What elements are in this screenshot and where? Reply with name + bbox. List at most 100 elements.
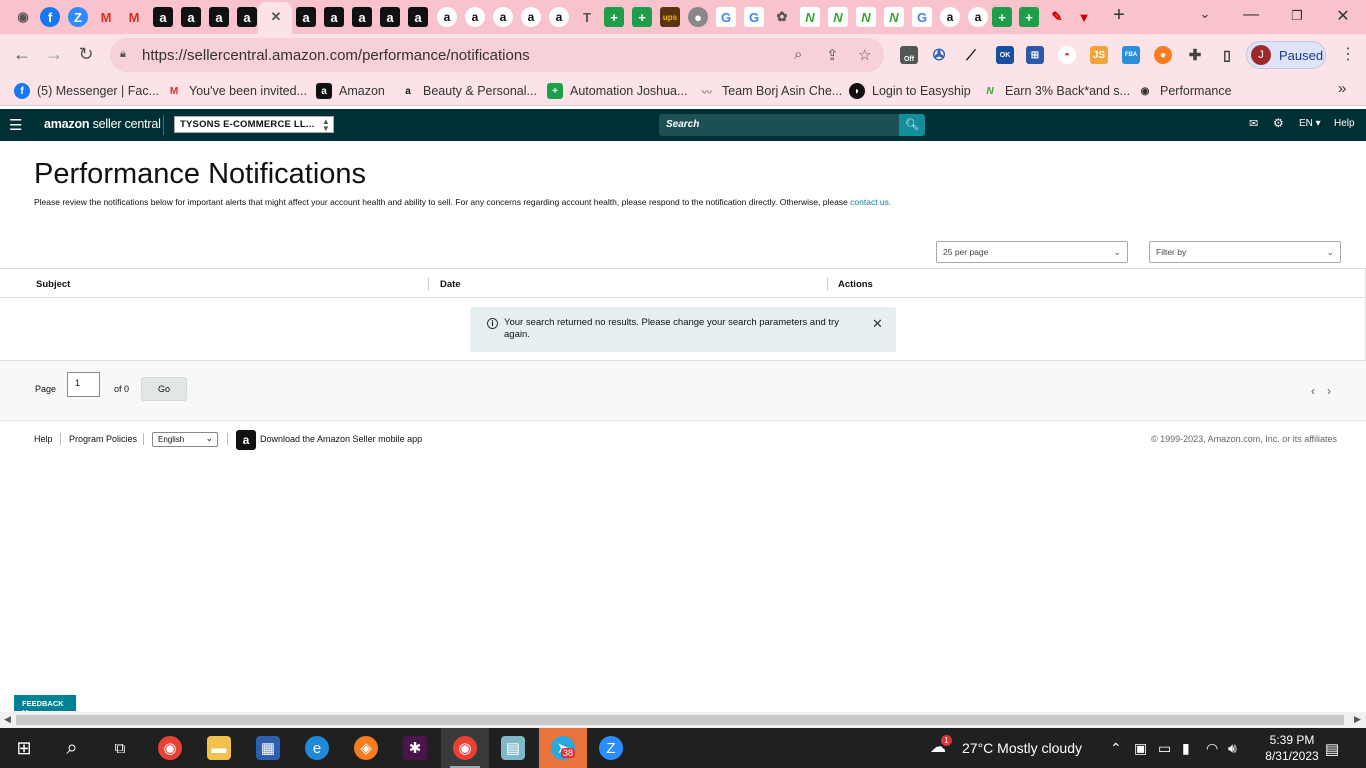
display-icon[interactable]: ▭ <box>1158 740 1171 757</box>
help-link[interactable]: Help <box>1334 118 1355 129</box>
bookmark-item[interactable]: 〰 Team Borj Asin Che... <box>699 83 842 99</box>
scroll-left-icon[interactable]: ◀ <box>4 714 11 725</box>
extension-wheel-icon[interactable]: ✇ <box>930 46 948 64</box>
close-tab-icon[interactable]: ✕ <box>266 7 286 27</box>
script-icon[interactable]: T <box>577 7 597 27</box>
search-icon[interactable]: ⌕ <box>60 736 84 760</box>
language-selector[interactable]: EN ▾ <box>1299 118 1321 129</box>
forward-button[interactable]: → <box>42 44 66 65</box>
bookmark-star-icon[interactable]: ☆ <box>858 46 871 64</box>
amazon-smile-icon[interactable]: a <box>465 7 485 27</box>
notepad-icon[interactable]: ▤ <box>501 736 525 760</box>
browser-menu-icon[interactable]: ⋮ <box>1336 44 1360 64</box>
next-page-icon[interactable]: › <box>1327 384 1331 398</box>
column-date[interactable]: Date <box>440 279 461 290</box>
back-button[interactable]: ← <box>10 44 34 65</box>
side-panel-icon[interactable]: ▯ <box>1218 46 1236 64</box>
hamburger-menu-icon[interactable]: ☰ <box>9 116 22 134</box>
url-text[interactable]: https://sellercentral.amazon.com/perform… <box>142 47 530 64</box>
chrome-icon[interactable]: ◉ <box>158 736 182 760</box>
amazon-app-icon[interactable]: a <box>236 430 256 450</box>
new-tab-button[interactable]: + <box>1104 4 1134 27</box>
account-switcher[interactable]: TYSONS E-COMMERCE LL... ▲ ▼ <box>174 116 334 133</box>
amazon-smile-icon[interactable]: a <box>549 7 569 27</box>
profile-button[interactable]: J Paused <box>1246 41 1326 69</box>
amazon-smile-icon[interactable]: a <box>968 7 988 27</box>
mail-icon[interactable]: ✉ <box>1249 117 1258 130</box>
bookmark-item[interactable]: M You've been invited... <box>166 83 307 99</box>
weather-widget[interactable]: 27°C Mostly cloudy <box>962 740 1082 756</box>
facebook-icon[interactable]: f <box>40 7 60 27</box>
settings-gear-icon[interactable]: ⚙ <box>1273 116 1284 130</box>
search-input[interactable]: Search <box>659 114 899 136</box>
share-icon[interactable]: ⇪ <box>826 46 839 64</box>
bookmarks-overflow-button[interactable]: » <box>1338 80 1346 97</box>
language-select[interactable]: English ⌄ <box>152 432 218 447</box>
google-icon[interactable]: G <box>912 7 932 27</box>
amazon-icon[interactable]: a <box>181 7 201 27</box>
minimize-button[interactable]: — <box>1236 6 1266 24</box>
amazon-icon[interactable]: a <box>237 7 257 27</box>
camera-icon[interactable]: ▣ <box>1134 740 1147 757</box>
bookmark-item[interactable]: a Beauty & Personal... <box>400 83 537 99</box>
sheets-icon[interactable]: + <box>632 7 652 27</box>
extension-off-icon[interactable]: Off <box>900 46 918 64</box>
scrollbar-thumb[interactable] <box>16 715 1344 725</box>
google-icon[interactable]: G <box>716 7 736 27</box>
n-icon[interactable]: N <box>884 7 904 27</box>
restore-button[interactable]: ❐ <box>1282 8 1312 24</box>
volume-icon[interactable]: 🔊︎ <box>1228 740 1237 757</box>
footer-help-link[interactable]: Help <box>34 434 53 444</box>
plant-icon[interactable]: ✿ <box>772 7 792 27</box>
battery-icon[interactable]: ▮ <box>1182 740 1190 757</box>
filter-select[interactable]: Filter by ⌄ <box>1149 241 1341 263</box>
wifi-icon[interactable]: ◠ <box>1206 740 1218 757</box>
bookmark-item[interactable]: N Earn 3% Back*and s... <box>982 83 1130 99</box>
extension-grid-icon[interactable]: ⊞ <box>1026 46 1044 64</box>
column-actions[interactable]: Actions <box>838 279 873 290</box>
chrome-profile-icon[interactable]: ◉ <box>453 736 477 760</box>
chrome-icon[interactable]: ◉ <box>13 7 33 27</box>
notifications-icon[interactable]: ▤ <box>1325 740 1339 758</box>
sheets-icon[interactable]: + <box>992 7 1012 27</box>
shield-icon[interactable]: ▼ <box>1074 7 1094 27</box>
close-window-button[interactable]: ✕ <box>1328 6 1358 26</box>
amazon-icon[interactable]: a <box>153 7 173 27</box>
file-explorer-icon[interactable]: ▬ <box>207 736 231 760</box>
network-app-icon[interactable]: ▦ <box>256 736 280 760</box>
program-policies-link[interactable]: Program Policies <box>69 434 137 444</box>
google-icon[interactable]: G <box>744 7 764 27</box>
scroll-right-icon[interactable]: ▶ <box>1354 714 1361 725</box>
task-view-icon[interactable]: ⧉ <box>108 736 132 760</box>
amazon-icon[interactable]: a <box>408 7 428 27</box>
bookmark-item[interactable]: + Automation Joshua... <box>547 83 687 99</box>
chevron-up-icon[interactable]: ⌃ <box>1110 740 1122 757</box>
previous-page-icon[interactable]: ‹ <box>1311 384 1315 398</box>
horizontal-scrollbar[interactable]: ◀ ▶ <box>0 712 1366 728</box>
amazon-icon[interactable]: a <box>296 7 316 27</box>
address-bar[interactable]: 🔒︎ https://sellercentral.amazon.com/perf… <box>110 38 884 72</box>
brush-icon[interactable]: ✎ <box>1047 7 1067 27</box>
ups-icon[interactable]: ups <box>660 7 680 27</box>
lock-icon[interactable]: 🔒︎ <box>120 48 126 61</box>
edge-icon[interactable]: e <box>305 736 329 760</box>
amazon-smile-icon[interactable]: a <box>521 7 541 27</box>
extension-arrow-icon[interactable]: ⟋ <box>962 46 980 64</box>
amazon-icon[interactable]: a <box>324 7 344 27</box>
gmail-icon[interactable]: M <box>96 7 116 27</box>
amazon-smile-icon[interactable]: a <box>437 7 457 27</box>
slack-icon[interactable]: ✱ <box>403 736 427 760</box>
column-subject[interactable]: Subject <box>36 279 70 290</box>
mobile-app-link[interactable]: Download the Amazon Seller mobile app <box>260 434 422 444</box>
extension-ok-icon[interactable]: OK <box>996 46 1014 64</box>
page-number-input[interactable]: 1 <box>67 372 100 397</box>
amazon-icon[interactable]: a <box>352 7 372 27</box>
per-page-select[interactable]: 25 per page ⌄ <box>936 241 1128 263</box>
bookmark-item[interactable]: a Amazon <box>316 83 385 99</box>
extension-fba-icon[interactable]: FBA <box>1122 46 1140 64</box>
feedback-button[interactable]: FEEDBACK ✕ <box>14 695 76 717</box>
reload-button[interactable]: ↻ <box>74 44 98 65</box>
contact-us-link[interactable]: contact us. <box>850 197 891 207</box>
go-button[interactable]: Go <box>141 377 187 401</box>
search-button[interactable]: 🔍︎ <box>899 114 925 136</box>
